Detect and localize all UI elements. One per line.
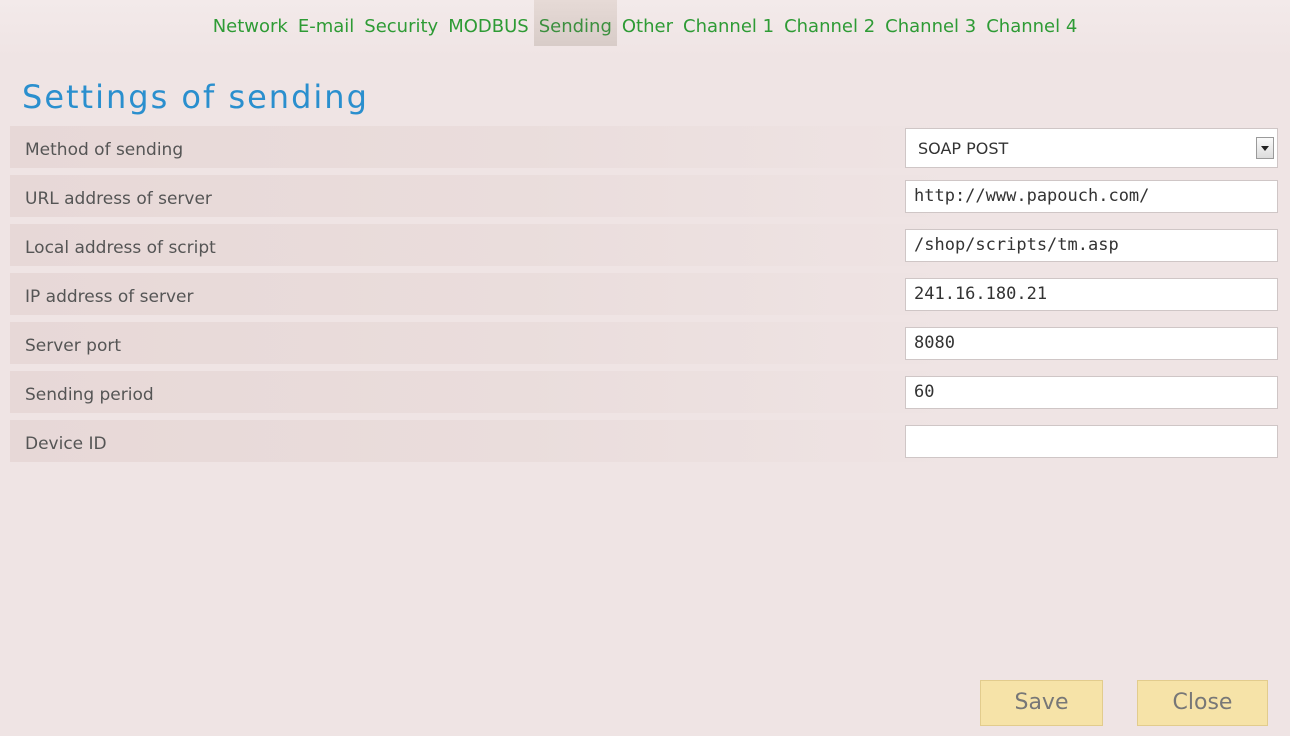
ip-label: IP address of server — [25, 287, 194, 307]
method-select[interactable]: SOAP POST — [905, 128, 1278, 168]
port-label: Server port — [25, 336, 121, 356]
page-title: Settings of sending — [22, 78, 369, 116]
tab-channel-3[interactable]: Channel 3 — [880, 0, 981, 46]
port-input[interactable] — [905, 327, 1278, 360]
close-button[interactable]: Close — [1137, 680, 1268, 726]
tab-channel-2[interactable]: Channel 2 — [779, 0, 880, 46]
period-input[interactable] — [905, 376, 1278, 409]
tab-email[interactable]: E-mail — [293, 0, 359, 46]
tab-network[interactable]: Network — [208, 0, 293, 46]
form-row-port: Server port — [10, 322, 1282, 364]
url-input[interactable] — [905, 180, 1278, 213]
form-row-ip: IP address of server — [10, 273, 1282, 315]
form-row-device-id: Device ID — [10, 420, 1282, 462]
method-label: Method of sending — [25, 140, 184, 160]
script-label: Local address of script — [25, 238, 216, 258]
tab-bar: Network E-mail Security MODBUS Sending O… — [0, 0, 1290, 58]
tab-sending[interactable]: Sending — [533, 0, 617, 46]
device-id-label: Device ID — [25, 434, 107, 454]
tab-security[interactable]: Security — [359, 0, 443, 46]
ip-input[interactable] — [905, 278, 1278, 311]
script-input[interactable] — [905, 229, 1278, 262]
period-label: Sending period — [25, 385, 154, 405]
chevron-down-icon[interactable] — [1256, 137, 1274, 159]
form-row-period: Sending period — [10, 371, 1282, 413]
tab-channel-1[interactable]: Channel 1 — [678, 0, 779, 46]
tab-other[interactable]: Other — [617, 0, 678, 46]
form-row-script: Local address of script — [10, 224, 1282, 266]
tab-modbus[interactable]: MODBUS — [443, 0, 534, 46]
save-button[interactable]: Save — [980, 680, 1103, 726]
device-id-input[interactable] — [905, 425, 1278, 458]
method-select-value: SOAP POST — [918, 139, 1009, 158]
tab-channel-4[interactable]: Channel 4 — [981, 0, 1082, 46]
url-label: URL address of server — [25, 189, 212, 209]
form-row-method: Method of sending SOAP POST — [10, 126, 1282, 168]
form-row-url: URL address of server — [10, 175, 1282, 217]
settings-form: Method of sending SOAP POST URL address … — [10, 126, 1282, 469]
